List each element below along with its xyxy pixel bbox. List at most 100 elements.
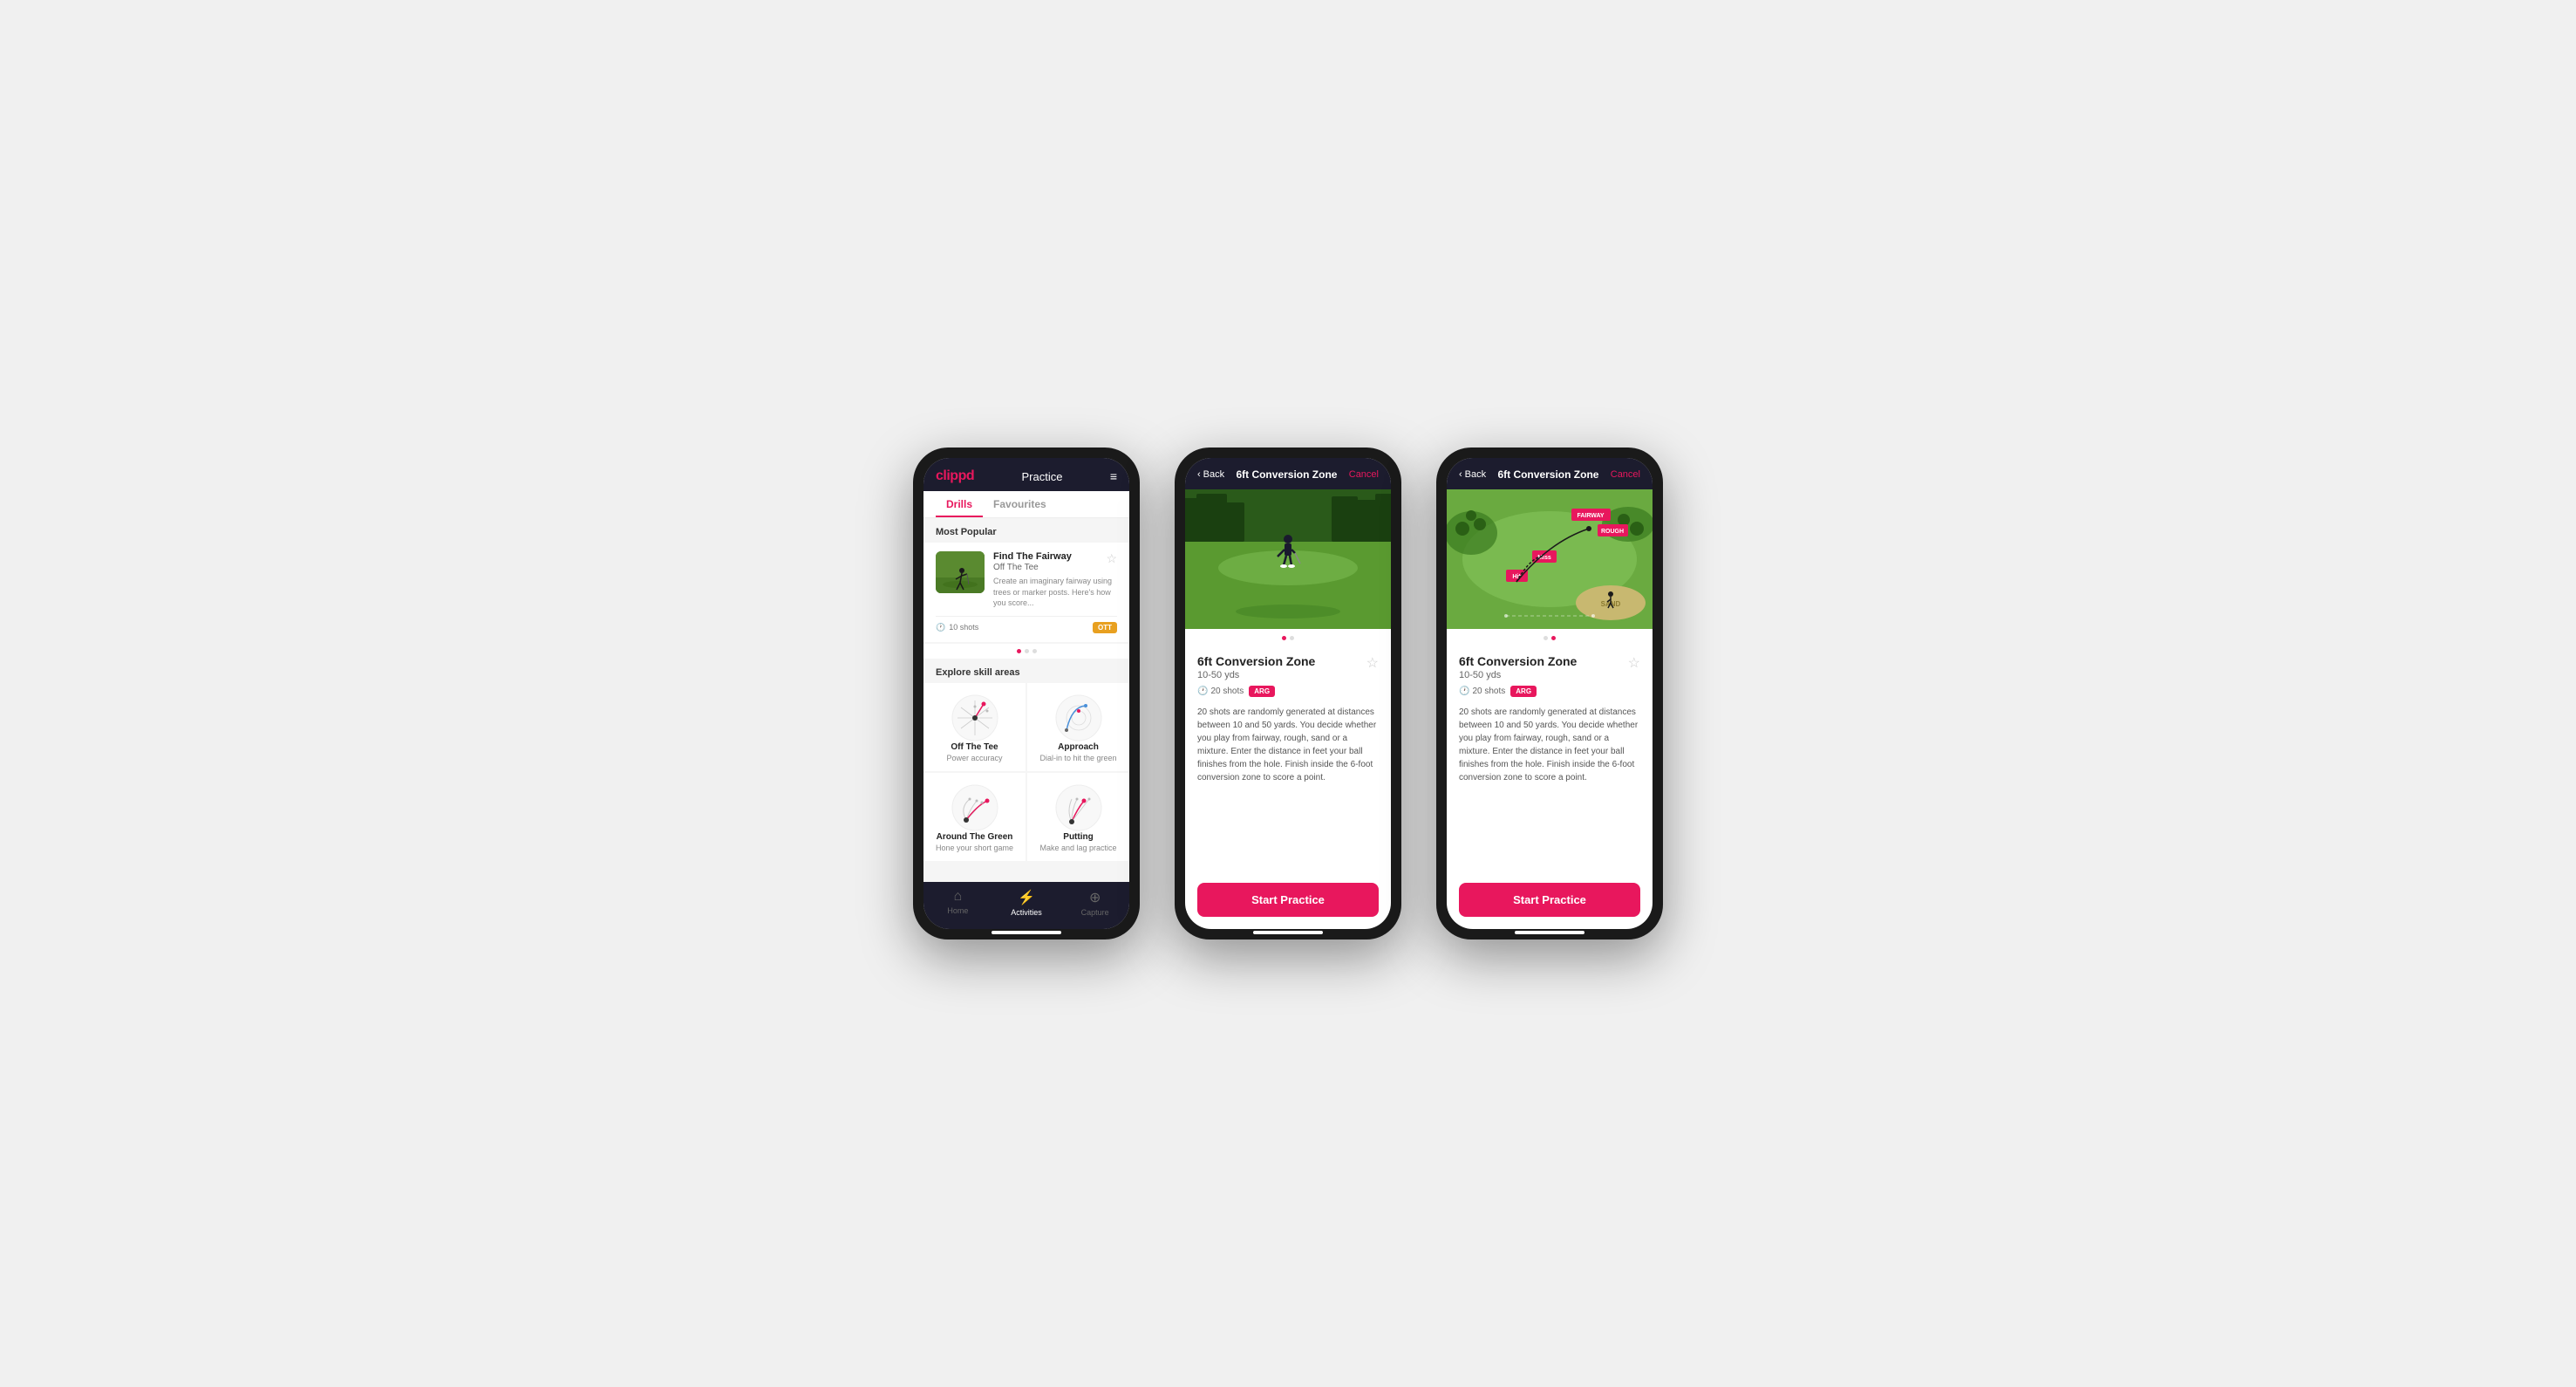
home-icon: ⌂ bbox=[954, 889, 963, 905]
drill-badge: ARG bbox=[1249, 686, 1275, 697]
home-bar bbox=[1253, 931, 1323, 934]
drill-description: 20 shots are randomly generated at dista… bbox=[1197, 706, 1379, 784]
image-dots bbox=[1447, 629, 1653, 644]
main-scroll: Most Popular bbox=[923, 518, 1129, 882]
shots-count: 20 shots bbox=[1210, 687, 1244, 696]
dot-2 bbox=[1551, 636, 1556, 640]
back-label: Back bbox=[1203, 469, 1224, 480]
skill-approach[interactable]: Approach Dial-in to hit the green bbox=[1027, 683, 1129, 771]
dot-3 bbox=[1032, 649, 1037, 653]
carousel-dots bbox=[923, 644, 1129, 659]
dot-1 bbox=[1017, 649, 1021, 653]
svg-text:FAIRWAY: FAIRWAY bbox=[1577, 513, 1604, 519]
phone3-header: ‹ Back 6ft Conversion Zone Cancel bbox=[1447, 458, 1653, 489]
detail-title: 6ft Conversion Zone bbox=[1236, 468, 1337, 481]
tab-favourites[interactable]: Favourites bbox=[983, 491, 1057, 517]
skill-desc: Power accuracy bbox=[946, 754, 1002, 762]
nav-home[interactable]: ⌂ Home bbox=[923, 889, 992, 917]
clock-icon: 🕐 bbox=[1459, 687, 1469, 696]
back-button[interactable]: ‹ Back bbox=[1197, 469, 1224, 480]
most-popular-title: Most Popular bbox=[923, 518, 1129, 543]
bottom-nav: ⌂ Home ⚡ Activities ⊕ Capture bbox=[923, 882, 1129, 929]
skill-name: Approach bbox=[1058, 742, 1099, 752]
svg-text:ROUGH: ROUGH bbox=[1601, 529, 1624, 535]
tab-drills[interactable]: Drills bbox=[936, 491, 983, 517]
dot-2 bbox=[1025, 649, 1029, 653]
hero-image bbox=[1185, 489, 1391, 629]
drill-distance: 10-50 yds bbox=[1197, 670, 1315, 680]
cancel-button[interactable]: Cancel bbox=[1349, 469, 1379, 480]
course-image bbox=[936, 551, 985, 593]
card-thumbnail bbox=[936, 551, 985, 593]
drill-badge: ARG bbox=[1510, 686, 1537, 697]
featured-card[interactable]: Find The Fairway Off The Tee Create an i… bbox=[923, 543, 1129, 642]
skill-name: Putting bbox=[1063, 832, 1093, 842]
skill-desc: Make and lag practice bbox=[1039, 844, 1116, 852]
capture-icon: ⊕ bbox=[1089, 889, 1101, 906]
favourite-star-icon[interactable]: ☆ bbox=[1366, 654, 1379, 672]
card-description: Create an imaginary fairway using trees … bbox=[993, 576, 1117, 609]
skill-name: Off The Tee bbox=[951, 742, 998, 752]
cancel-button[interactable]: Cancel bbox=[1611, 469, 1640, 480]
start-practice-button[interactable]: Start Practice bbox=[1197, 883, 1379, 917]
nav-capture-label: Capture bbox=[1081, 908, 1109, 917]
shots-count: 20 shots bbox=[1472, 687, 1505, 696]
tabs-bar: Drills Favourites bbox=[923, 491, 1129, 518]
phone-3: ‹ Back 6ft Conversion Zone Cancel SAND bbox=[1436, 448, 1663, 939]
detail-title: 6ft Conversion Zone bbox=[1497, 468, 1598, 481]
phone-1: clippd Practice ≡ Drills Favourites Most… bbox=[913, 448, 1140, 939]
dot-2 bbox=[1290, 636, 1294, 640]
skill-putting[interactable]: Putting Make and lag practice bbox=[1027, 773, 1129, 861]
skill-around-the-green[interactable]: Around The Green Hone your short game bbox=[923, 773, 1026, 861]
phone2-header: ‹ Back 6ft Conversion Zone Cancel bbox=[1185, 458, 1391, 489]
dot-1 bbox=[1282, 636, 1286, 640]
skill-desc: Dial-in to hit the green bbox=[1039, 754, 1116, 762]
clock-icon: 🕐 bbox=[936, 623, 945, 632]
home-bar bbox=[992, 931, 1061, 934]
drill-description: 20 shots are randomly generated at dista… bbox=[1459, 706, 1640, 784]
drill-badge: OTT bbox=[1093, 622, 1117, 633]
drill-name: 6ft Conversion Zone bbox=[1459, 654, 1577, 668]
golf-course-map: SAND FAIRWAY ROUGH Hit bbox=[1447, 489, 1653, 629]
back-label: Back bbox=[1465, 469, 1486, 480]
skill-name: Around The Green bbox=[937, 832, 1013, 842]
back-chevron-icon: ‹ bbox=[1459, 469, 1462, 480]
approach-icon bbox=[1054, 694, 1103, 742]
phone1-header: clippd Practice ≡ bbox=[923, 458, 1129, 491]
back-button[interactable]: ‹ Back bbox=[1459, 469, 1486, 480]
nav-capture[interactable]: ⊕ Capture bbox=[1060, 889, 1129, 917]
explore-title: Explore skill areas bbox=[923, 659, 1129, 683]
favourite-star-icon[interactable]: ☆ bbox=[1628, 654, 1640, 672]
dot-1 bbox=[1544, 636, 1548, 640]
shots-count: 10 shots bbox=[949, 623, 978, 632]
nav-home-label: Home bbox=[947, 906, 968, 915]
shots-info: 🕐 20 shots bbox=[1459, 687, 1505, 696]
drill-detail-content: 6ft Conversion Zone 10-50 yds ☆ 🕐 20 sho… bbox=[1447, 644, 1653, 876]
clock-icon: 🕐 bbox=[1197, 687, 1208, 696]
putting-icon bbox=[1054, 783, 1103, 832]
around-the-green-icon bbox=[951, 783, 999, 832]
nav-activities-label: Activities bbox=[1011, 908, 1042, 917]
drill-detail-content: 6ft Conversion Zone 10-50 yds ☆ 🕐 20 sho… bbox=[1185, 644, 1391, 876]
app-logo: clippd bbox=[936, 468, 974, 484]
golf-photo-image bbox=[1185, 489, 1391, 629]
menu-icon[interactable]: ≡ bbox=[1110, 469, 1117, 483]
card-name: Find The Fairway bbox=[993, 551, 1117, 562]
course-map-image: SAND FAIRWAY ROUGH Hit bbox=[1447, 489, 1653, 629]
image-dots bbox=[1185, 629, 1391, 644]
start-practice-button[interactable]: Start Practice bbox=[1459, 883, 1640, 917]
skill-off-the-tee[interactable]: Off The Tee Power accuracy bbox=[923, 683, 1026, 771]
shots-info: 🕐 20 shots bbox=[1197, 687, 1244, 696]
back-chevron-icon: ‹ bbox=[1197, 469, 1201, 480]
header-title: Practice bbox=[1021, 470, 1062, 483]
activities-icon: ⚡ bbox=[1018, 889, 1035, 906]
skill-desc: Hone your short game bbox=[936, 844, 1013, 852]
nav-activities[interactable]: ⚡ Activities bbox=[992, 889, 1061, 917]
card-sub: Off The Tee bbox=[993, 563, 1117, 572]
home-bar bbox=[1515, 931, 1584, 934]
skills-grid: Off The Tee Power accuracy bbox=[923, 683, 1129, 863]
off-the-tee-icon bbox=[951, 694, 999, 742]
favourite-star-icon[interactable]: ☆ bbox=[1106, 551, 1117, 566]
phone-2: ‹ Back 6ft Conversion Zone Cancel bbox=[1175, 448, 1401, 939]
drill-name: 6ft Conversion Zone bbox=[1197, 654, 1315, 668]
